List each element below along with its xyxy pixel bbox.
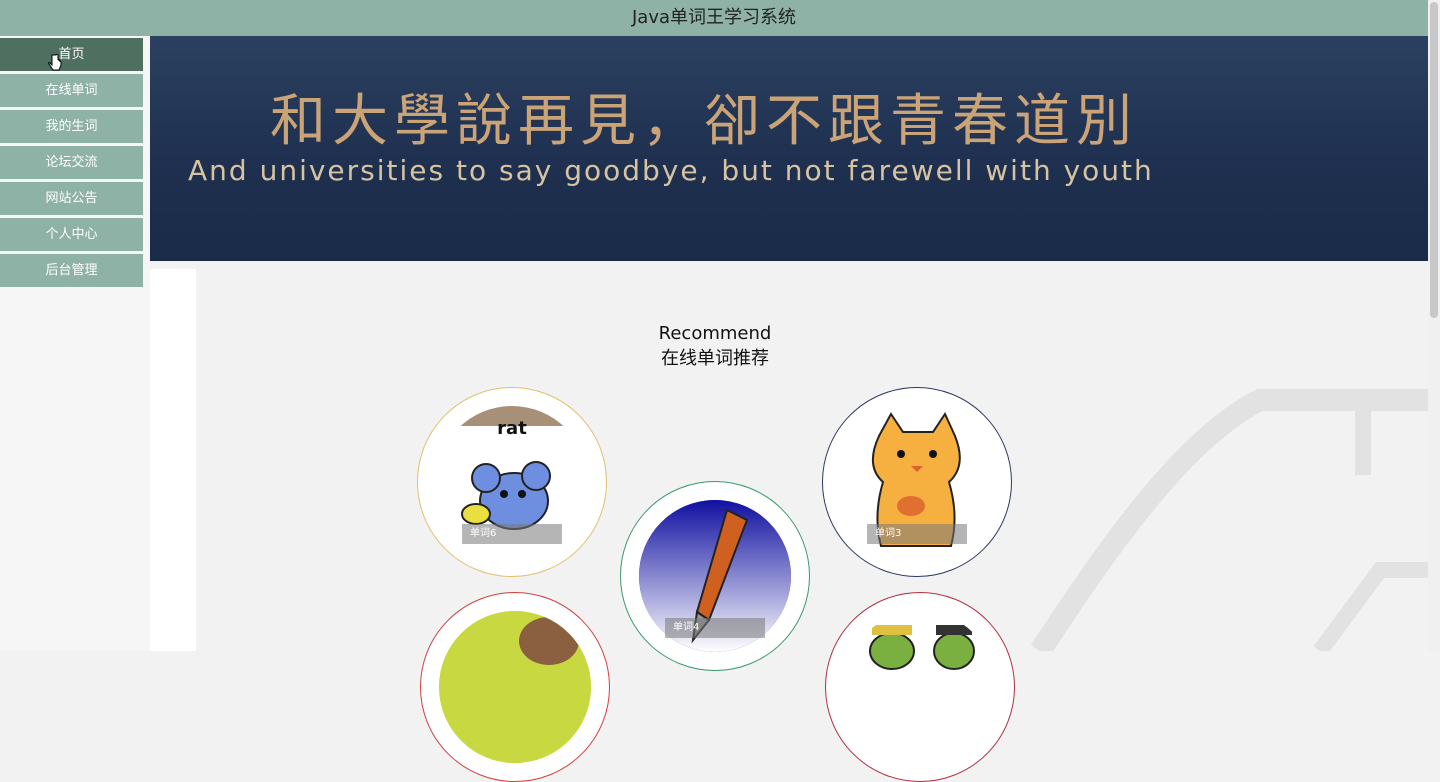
app-title: Java单词王学习系统 bbox=[631, 7, 797, 28]
sidebar-item-online-words[interactable]: 在线单词 bbox=[0, 74, 143, 107]
word-card-caption: 单词3 bbox=[867, 524, 967, 544]
hero-banner: 和大學說再見，卻不跟青春道別 And universities to say g… bbox=[150, 36, 1428, 261]
word-card-rat[interactable]: rat 单词6 bbox=[417, 387, 607, 577]
sidebar-item-my-words[interactable]: 我的生词 bbox=[0, 110, 143, 143]
sidebar-item-profile[interactable]: 个人中心 bbox=[0, 218, 143, 251]
word-card-caption: 单词4 bbox=[665, 618, 765, 638]
word-card-caption: 单词6 bbox=[462, 524, 562, 544]
hand-cursor-icon bbox=[48, 54, 62, 71]
recommend-title-en: Recommend bbox=[658, 323, 772, 344]
app-header: Java单词王学习系统 bbox=[0, 0, 1428, 36]
background-decoration bbox=[1030, 389, 1428, 651]
word-card-partial-left[interactable] bbox=[420, 592, 610, 782]
word-card-cat[interactable]: 单词3 bbox=[822, 387, 1012, 577]
recommend-heading: Recommend 在线单词推荐 bbox=[560, 322, 870, 372]
banner-english-slogan: And universities to say goodbye, but not… bbox=[188, 154, 1154, 187]
word-card-partial-right-image bbox=[844, 611, 996, 763]
scrollbar-thumb[interactable] bbox=[1430, 2, 1438, 318]
word-card-partial-left-image bbox=[439, 611, 591, 763]
sidebar-item-admin[interactable]: 后台管理 bbox=[0, 254, 143, 287]
word-card-pen[interactable]: 单词4 bbox=[620, 481, 810, 671]
sidebar-item-forum[interactable]: 论坛交流 bbox=[0, 146, 143, 179]
sidebar-item-announcements[interactable]: 网站公告 bbox=[0, 182, 143, 215]
word-card-partial-right[interactable] bbox=[825, 592, 1015, 782]
recommend-title-cn: 在线单词推荐 bbox=[661, 348, 769, 369]
content-left-strip bbox=[150, 269, 196, 651]
sidebar-item-home[interactable]: 首页 bbox=[0, 38, 143, 71]
banner-chinese-slogan: 和大學說再見，卻不跟青春道別 bbox=[270, 89, 1138, 154]
rat-label: rat bbox=[497, 418, 527, 439]
